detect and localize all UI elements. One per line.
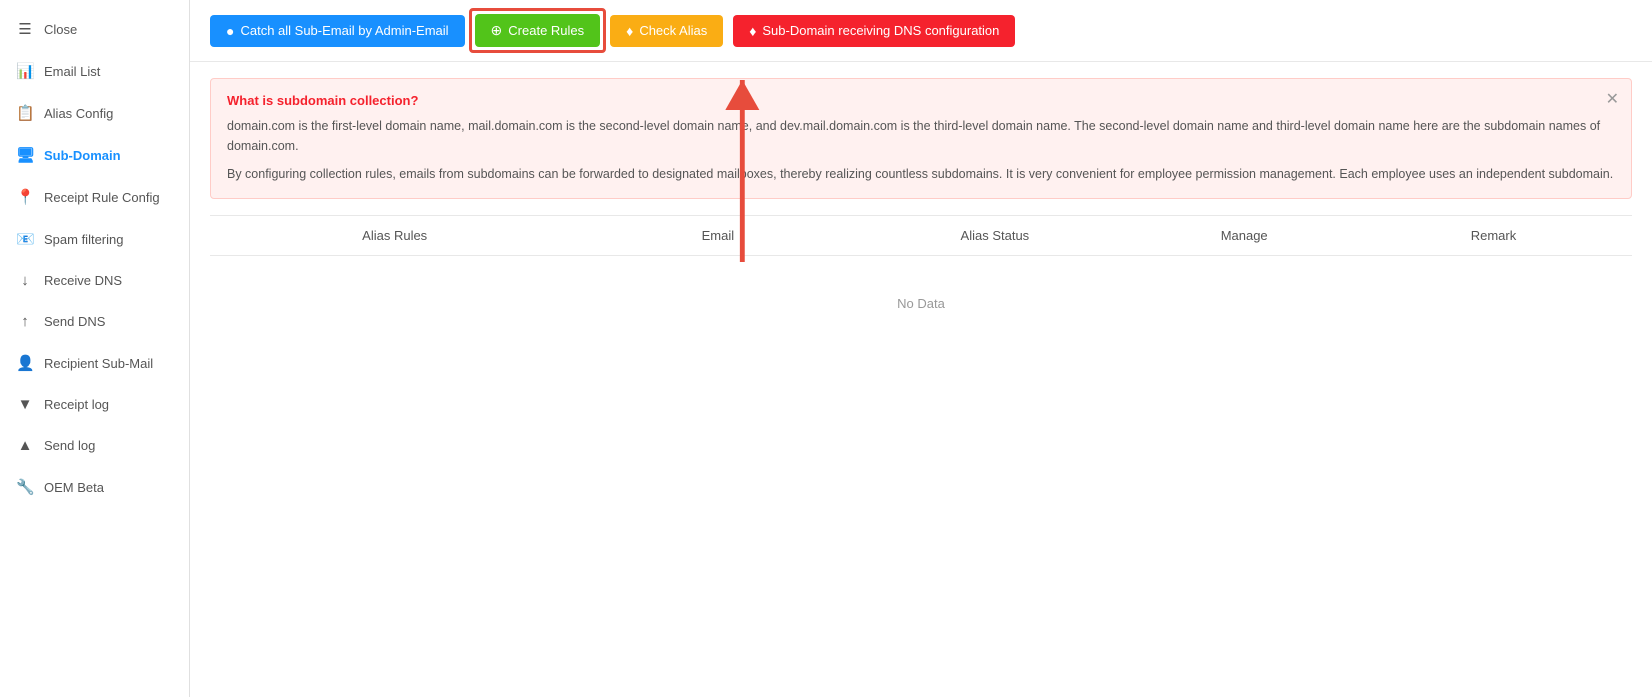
warning-icon: ♦: [749, 23, 756, 39]
info-box-close-button[interactable]: ✕: [1606, 89, 1619, 109]
sidebar-item-send-log[interactable]: ▲ Send log: [0, 425, 189, 466]
info-box: What is subdomain collection? domain.com…: [210, 78, 1632, 199]
bar-chart-icon: 📊: [16, 62, 34, 80]
chevron-up-icon: ▲: [16, 437, 34, 454]
diamond-icon: ♦: [626, 23, 633, 39]
chevron-down-icon: ▼: [16, 396, 34, 413]
user-icon: 👤: [16, 354, 34, 372]
sidebar-item-sub-domain[interactable]: 🖥 Sub-Domain: [0, 134, 189, 176]
sidebar-item-email-list[interactable]: 📊 Email List: [0, 50, 189, 92]
sidebar-item-oem-beta[interactable]: 🔧 OEM Beta: [0, 466, 189, 508]
pin-icon: 📍: [16, 188, 34, 206]
sub-domain-dns-button[interactable]: ♦ Sub-Domain receiving DNS configuration: [733, 15, 1015, 47]
col-alias-status: Alias Status: [856, 228, 1133, 243]
col-remark: Remark: [1355, 228, 1632, 243]
check-alias-button[interactable]: ♦ Check Alias: [610, 15, 723, 47]
sidebar-item-close[interactable]: ☰ Close: [0, 8, 189, 50]
sidebar-item-receipt-log[interactable]: ▼ Receipt log: [0, 384, 189, 425]
sidebar-item-recipient-sub-mail[interactable]: 👤 Recipient Sub-Mail: [0, 342, 189, 384]
info-box-title: What is subdomain collection?: [227, 93, 1615, 108]
info-box-paragraph2: By configuring collection rules, emails …: [227, 164, 1615, 184]
data-table: Alias Rules Email Alias Status Manage Re…: [210, 215, 1632, 351]
sidebar: ☰ Close 📊 Email List 📋 Alias Config 🖥 Su…: [0, 0, 190, 697]
sidebar-item-send-dns[interactable]: ↑ Send DNS: [0, 301, 189, 342]
content-area: What is subdomain collection? domain.com…: [190, 62, 1652, 697]
sidebar-item-alias-config[interactable]: 📋 Alias Config: [0, 92, 189, 134]
sidebar-item-receipt-rule-config[interactable]: 📍 Receipt Rule Config: [0, 176, 189, 218]
table-empty-message: No Data: [210, 256, 1632, 351]
col-manage: Manage: [1133, 228, 1355, 243]
clipboard-icon: 📋: [16, 104, 34, 122]
sidebar-item-spam-filtering[interactable]: 📧 Spam filtering: [0, 218, 189, 260]
circle-icon: ●: [226, 23, 234, 39]
gear-icon: 🔧: [16, 478, 34, 496]
table-header: Alias Rules Email Alias Status Manage Re…: [210, 216, 1632, 256]
main-content: ● Catch all Sub-Email by Admin-Email ⊕ C…: [190, 0, 1652, 697]
monitor-icon: 🖥: [16, 146, 34, 164]
info-box-paragraph1: domain.com is the first-level domain nam…: [227, 116, 1615, 156]
email-icon: 📧: [16, 230, 34, 248]
sidebar-item-receive-dns[interactable]: ↓ Receive DNS: [0, 260, 189, 301]
down-arrow-icon: ↓: [16, 272, 34, 289]
plus-circle-icon: ⊕: [491, 22, 503, 39]
catch-all-button[interactable]: ● Catch all Sub-Email by Admin-Email: [210, 15, 465, 47]
close-icon: ☰: [16, 20, 34, 38]
col-alias-rules: Alias Rules: [210, 228, 579, 243]
up-arrow-icon: ↑: [16, 313, 34, 330]
create-rules-button[interactable]: ⊕ Create Rules: [475, 14, 601, 47]
col-email: Email: [579, 228, 856, 243]
toolbar: ● Catch all Sub-Email by Admin-Email ⊕ C…: [190, 0, 1652, 62]
